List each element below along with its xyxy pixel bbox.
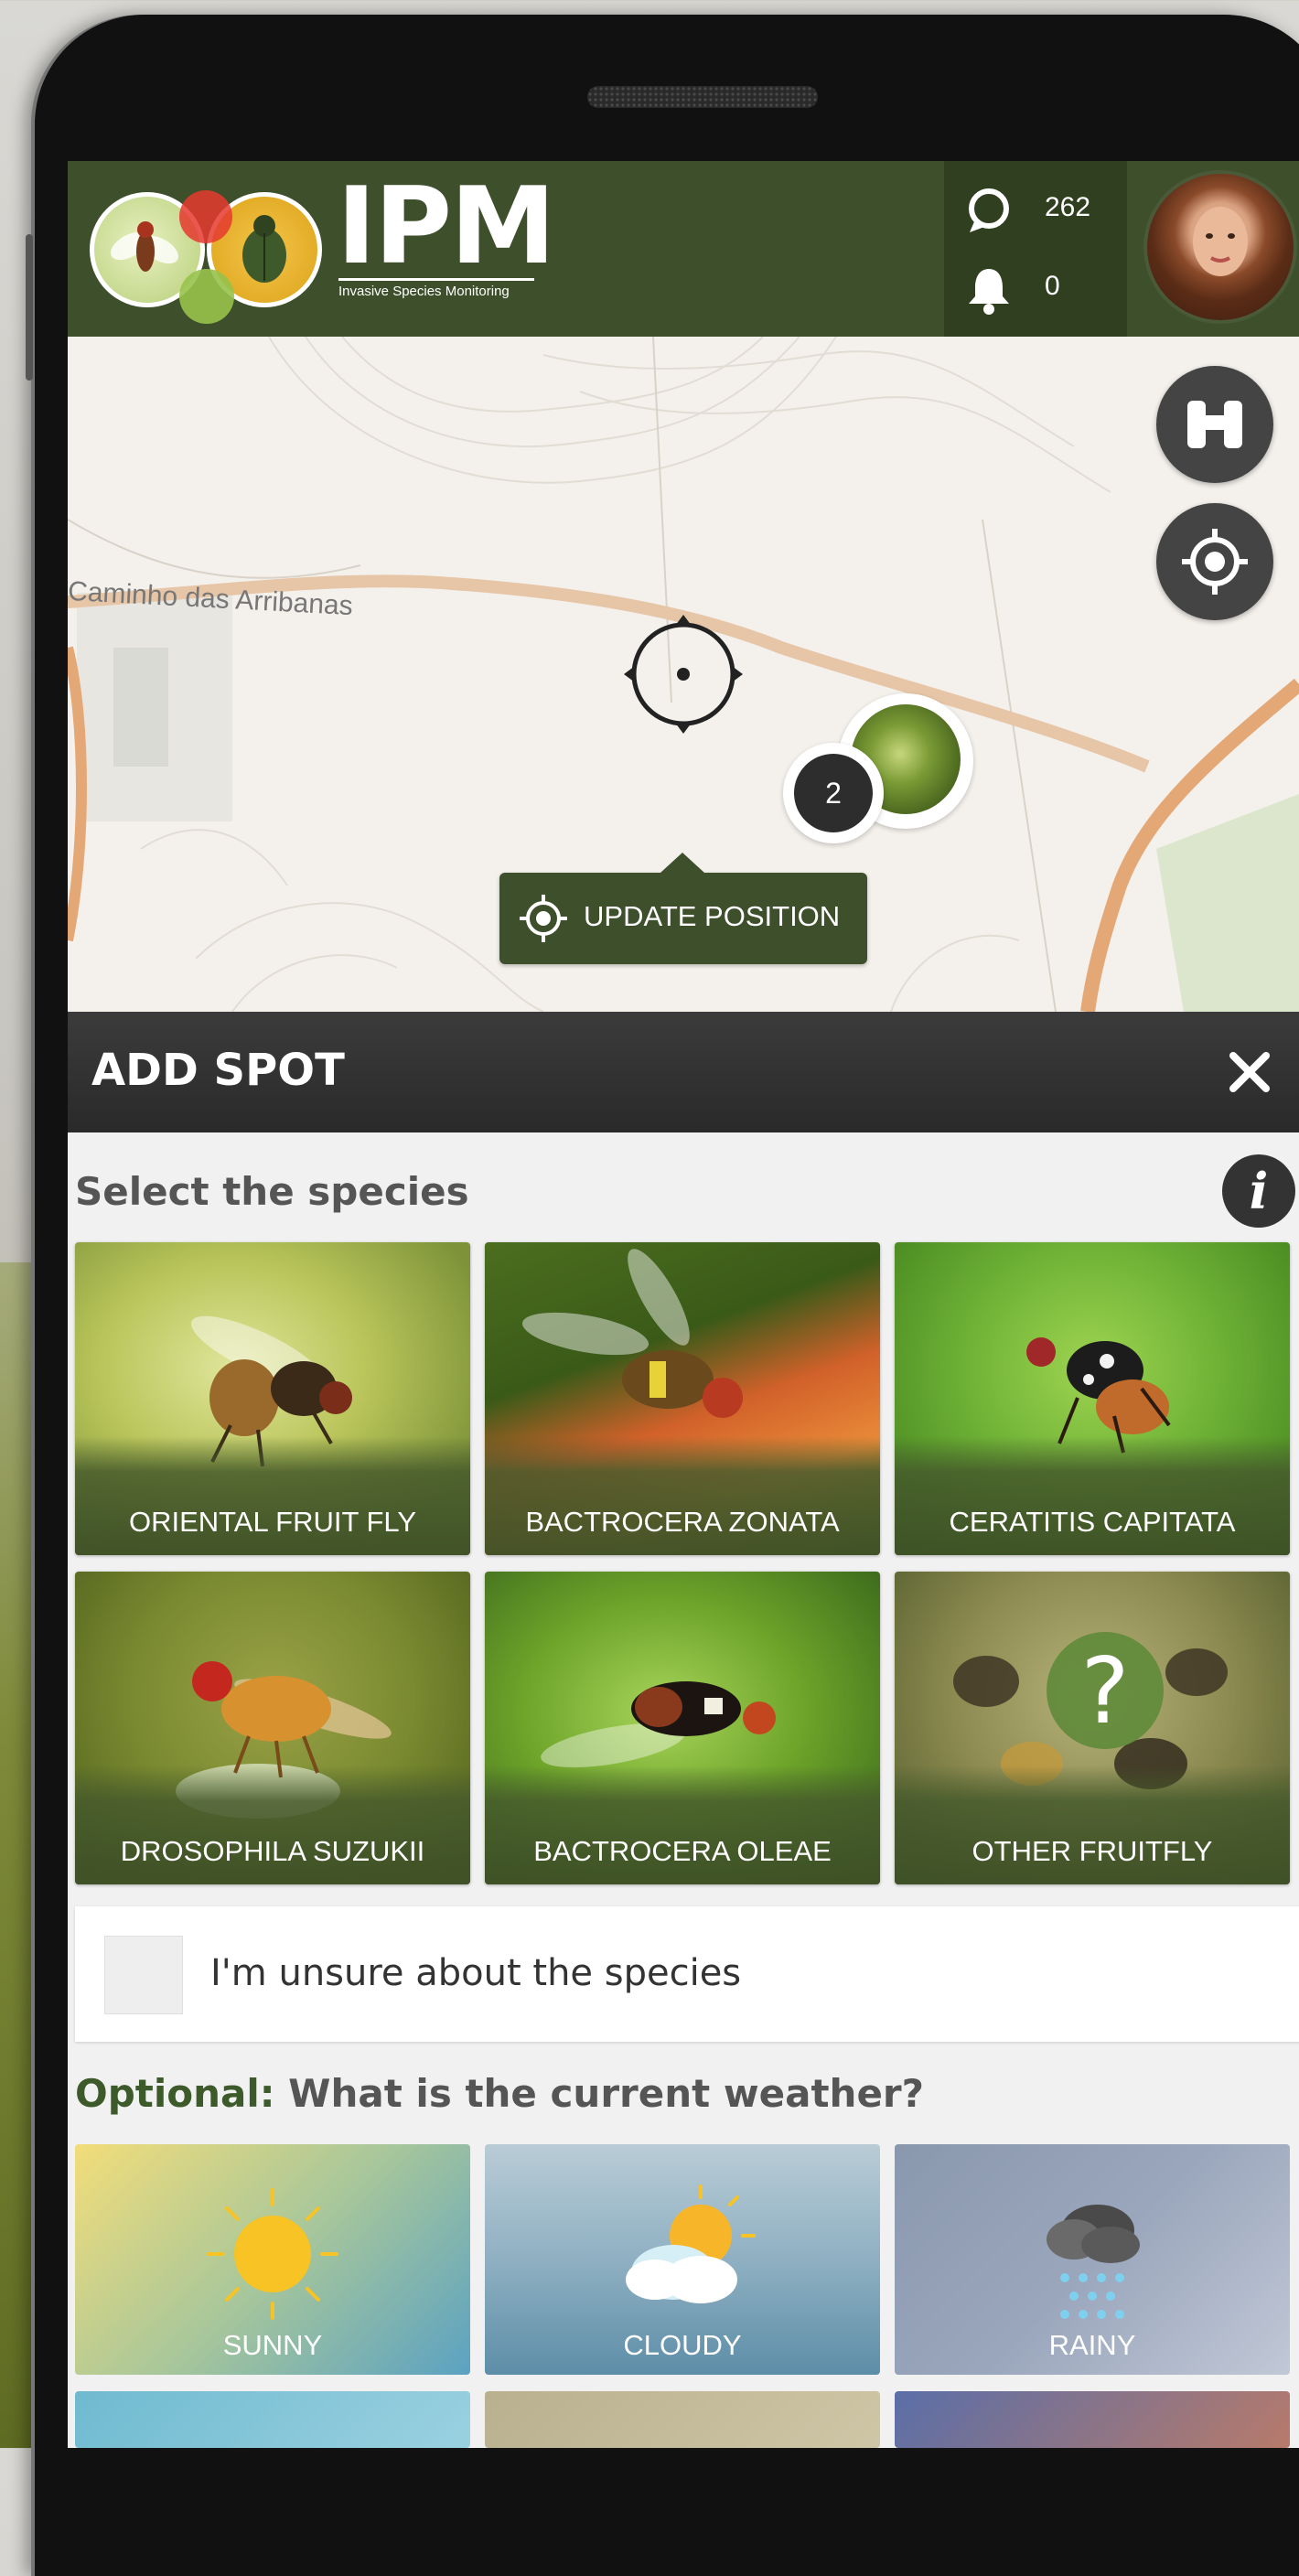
weather-question: What is the current weather? [274, 2071, 924, 2116]
weather-label: CLOUDY [623, 2329, 742, 2361]
weather-tile-rainy[interactable]: RAINY [895, 2144, 1290, 2375]
notifications-count: 0 [1045, 271, 1060, 301]
species-tile-drosophila-suzukii[interactable]: DROSOPHILA SUZUKII [75, 1572, 470, 1884]
app-logo[interactable] [90, 177, 337, 324]
svg-text:?: ? [1080, 1637, 1129, 1744]
bell-icon [969, 269, 1009, 315]
weather-tile-partial-2[interactable] [485, 2391, 880, 2448]
close-icon[interactable] [1224, 1046, 1275, 1098]
weather-label: RAINY [1048, 2329, 1136, 2361]
app-title: IPM [337, 165, 556, 288]
locate-icon [1182, 529, 1248, 595]
species-label: BACTROCERA OLEAE [533, 1835, 832, 1867]
binoculars-button[interactable] [1156, 366, 1273, 483]
spots-stat[interactable]: 262 [944, 179, 1127, 243]
weather-label: SUNNY [222, 2329, 323, 2361]
user-avatar[interactable] [1143, 170, 1297, 324]
update-position-button[interactable]: UPDATE POSITION [499, 853, 867, 964]
unsure-label: I'm unsure about the species [210, 1952, 742, 1994]
sun-icon [207, 2188, 338, 2320]
weather-tile-cloudy[interactable]: CLOUDY [485, 2144, 880, 2375]
app-subtitle: Invasive Species Monitoring [338, 284, 510, 299]
species-label: OTHER FRUITFLY [972, 1835, 1213, 1867]
weather-section-label: Optional: What is the current weather? [75, 2071, 924, 2116]
map-view[interactable]: Caminho das Arribanas 2 UPDATE POSITION [68, 337, 1299, 1012]
species-tile-other-fruitfly[interactable]: ? OTHER FRUITFLY [895, 1572, 1290, 1884]
spot-marker-icon [969, 188, 1009, 232]
logo-red-dot [179, 190, 232, 243]
species-tile-ceratitis-capitata[interactable]: CERATITIS CAPITATA [895, 1242, 1290, 1555]
species-tile-bactrocera-oleae[interactable]: BACTROCERA OLEAE [485, 1572, 880, 1884]
weather-tile-sunny[interactable]: SUNNY [75, 2144, 470, 2375]
cluster-count: 2 [794, 754, 873, 832]
notifications-stat[interactable]: 0 [944, 258, 1127, 322]
cluster-badge: 2 [783, 743, 884, 843]
locate-button[interactable] [1156, 503, 1273, 620]
info-icon[interactable]: i [1222, 1154, 1295, 1228]
app-header: IPM Invasive Species Monitoring 262 0 [68, 161, 1299, 337]
unsure-checkbox[interactable] [104, 1936, 183, 2014]
binoculars-icon [1187, 401, 1242, 448]
optional-label: Optional: [75, 2071, 275, 2116]
add-spot-title: ADD SPOT [91, 1045, 345, 1096]
species-label: DROSOPHILA SUZUKII [120, 1835, 425, 1867]
logo-green-dot [179, 269, 234, 324]
phone-speaker [587, 86, 818, 108]
species-tile-oriental-fruit-fly[interactable]: ORIENTAL FRUIT FLY [75, 1242, 470, 1555]
unsure-species-option[interactable]: I'm unsure about the species [75, 1906, 1299, 2042]
weather-tile-partial-1[interactable] [75, 2391, 470, 2448]
update-position-label: UPDATE POSITION [584, 900, 841, 932]
title-underline [338, 278, 534, 281]
rain-cloud-icon [1047, 2205, 1140, 2319]
species-label: ORIENTAL FRUIT FLY [128, 1506, 417, 1538]
add-spot-header: ADD SPOT [68, 1012, 1299, 1132]
species-tile-bactrocera-zonata[interactable]: BACTROCERA ZONATA [485, 1242, 880, 1555]
spots-count: 262 [1045, 192, 1091, 222]
cloud-sun-icon [626, 2184, 756, 2303]
select-species-label: Select the species [75, 1169, 469, 1214]
species-label: CERATITIS CAPITATA [949, 1506, 1236, 1538]
species-label: BACTROCERA ZONATA [525, 1506, 840, 1538]
app-screen: IPM Invasive Species Monitoring 262 0 Ca… [68, 161, 1299, 2448]
locate-icon [520, 895, 567, 942]
weather-tile-partial-3[interactable] [895, 2391, 1290, 2448]
header-stats: 262 0 [944, 161, 1127, 337]
crosshair-icon [624, 615, 743, 734]
